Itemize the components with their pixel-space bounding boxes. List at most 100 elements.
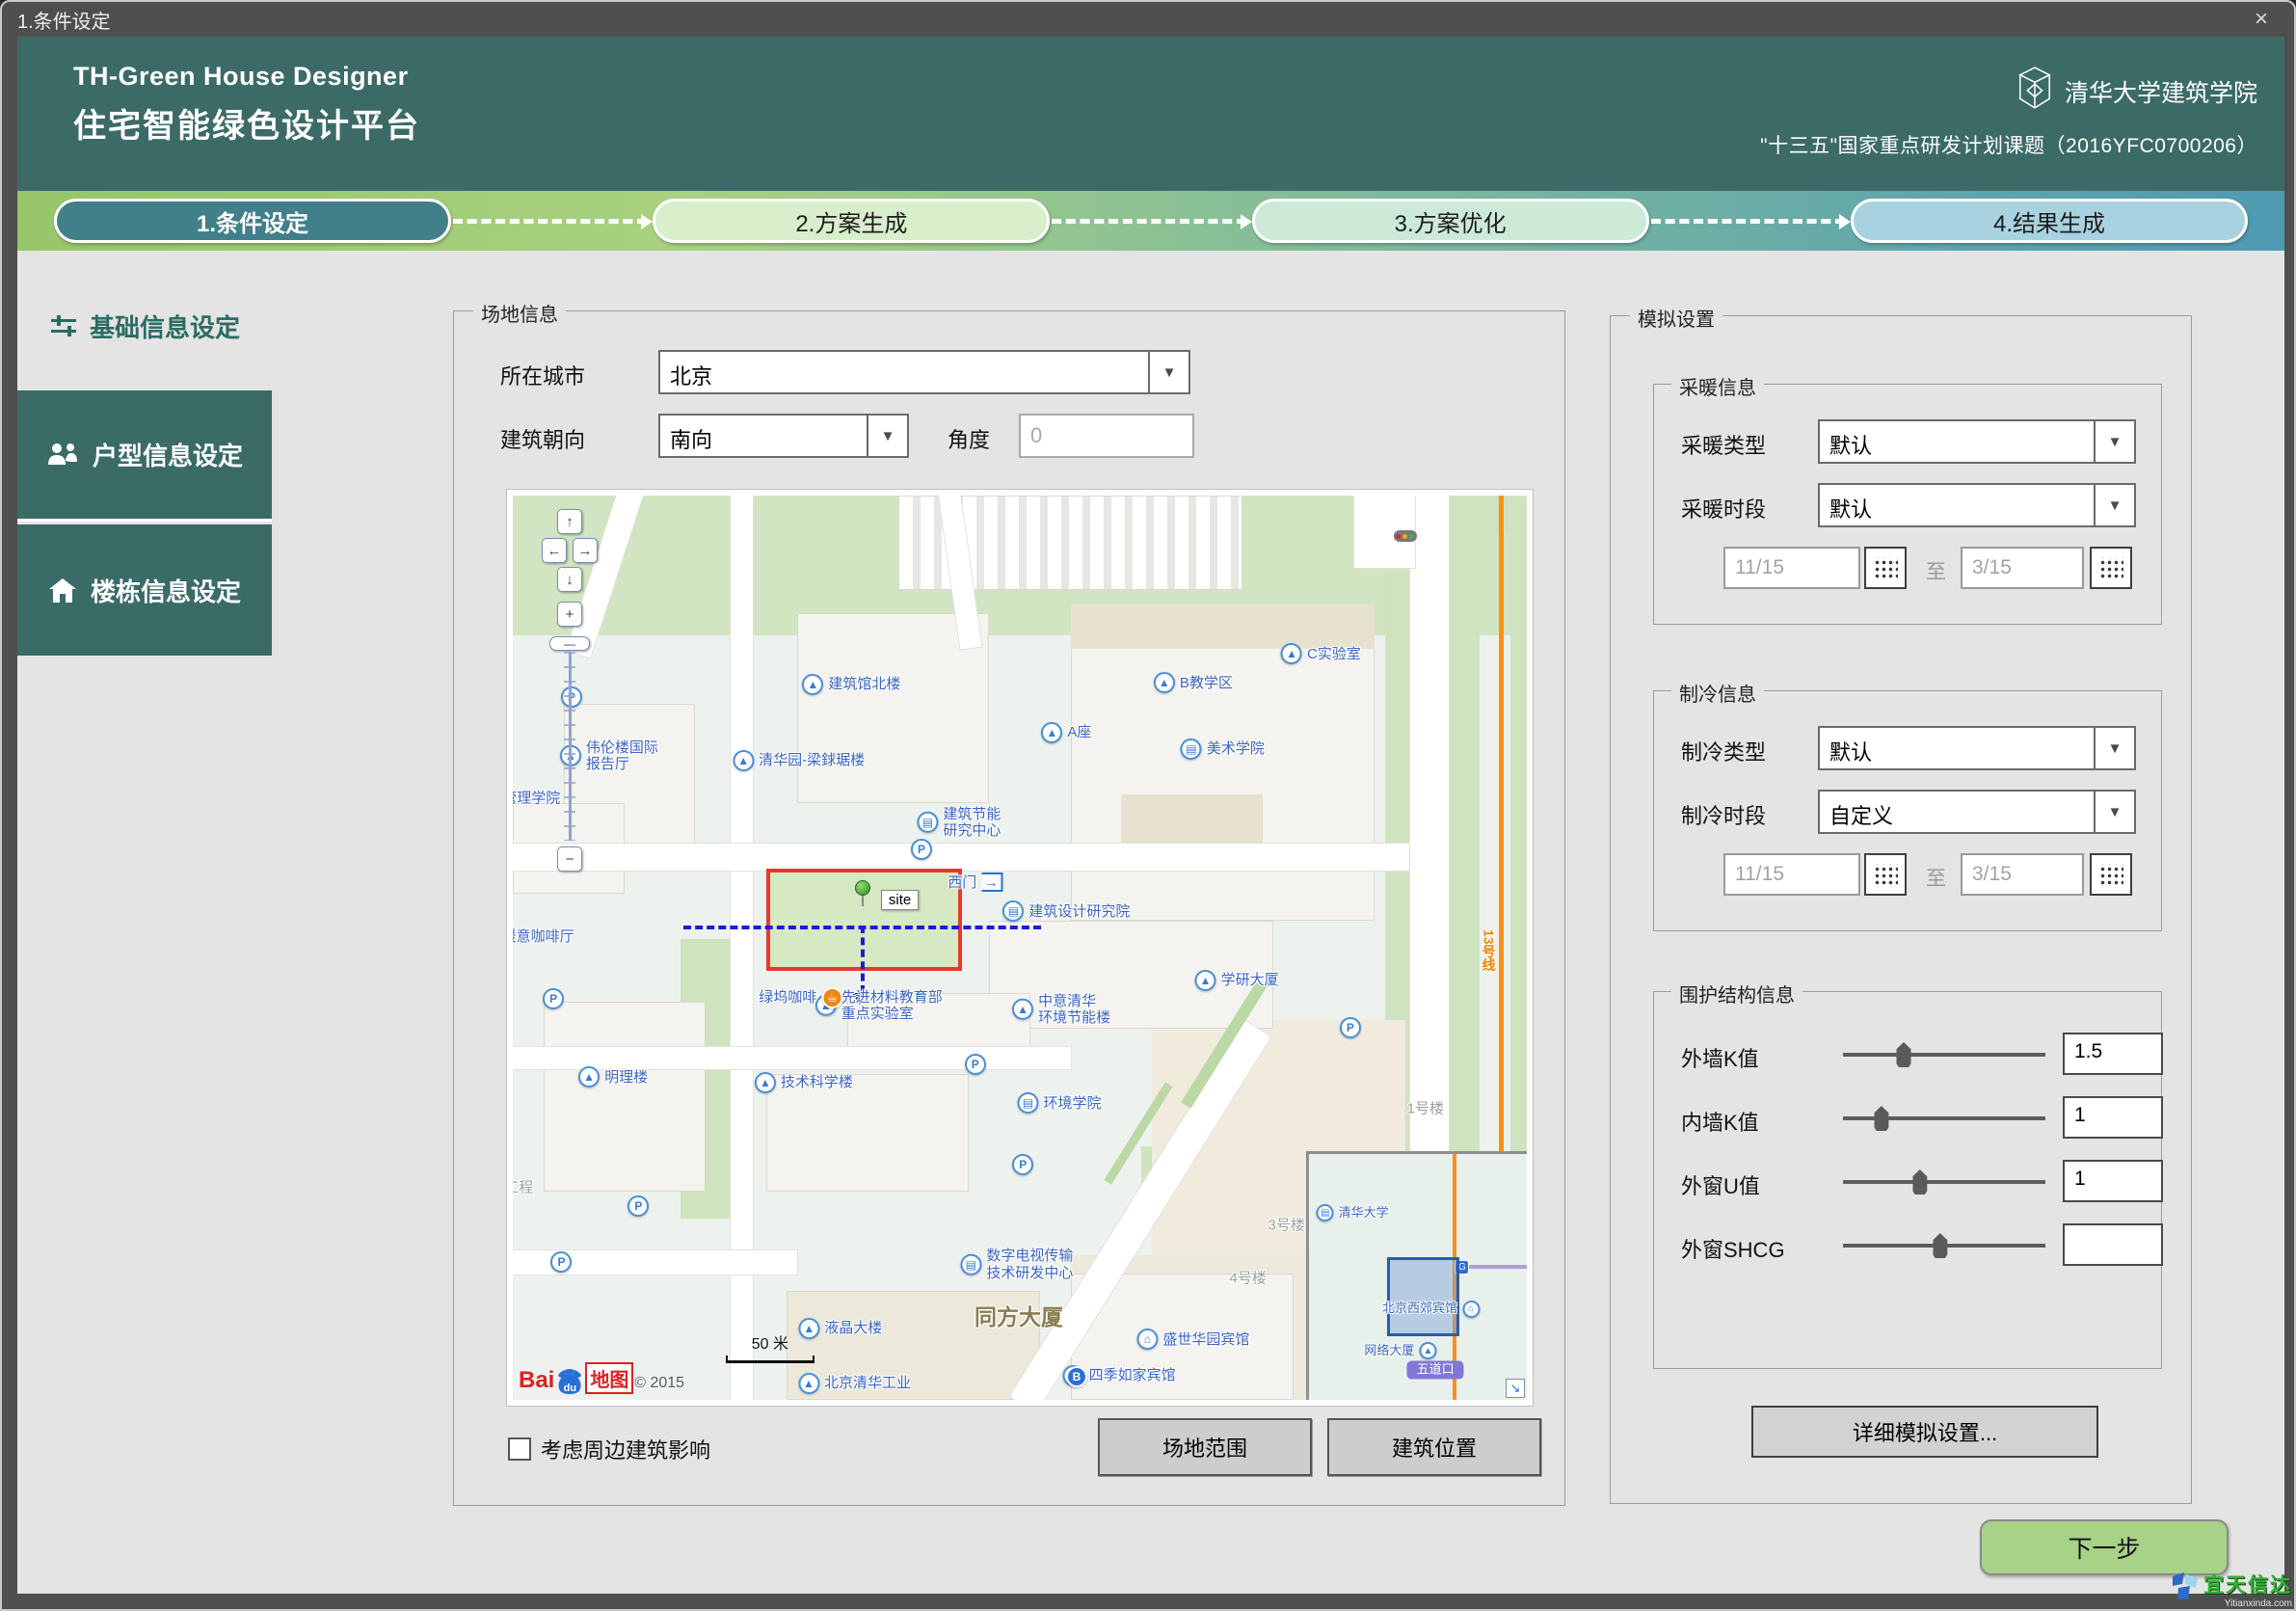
next-step-button[interactable]: 下一步 <box>1980 1519 2229 1575</box>
inset-viewport-rect[interactable] <box>1387 1257 1459 1336</box>
building-icon: ▲ <box>755 1072 776 1093</box>
map-poi-label: 环境学院 <box>1044 1095 1102 1112</box>
ext-wall-k-slider[interactable] <box>1843 1053 2045 1057</box>
chevron-down-icon[interactable]: ▼ <box>2094 792 2134 832</box>
chevron-down-icon[interactable]: ▼ <box>2094 421 2134 462</box>
sidebar-item-building-info[interactable]: 楼栋信息设定 <box>17 524 272 656</box>
map-poi-building: ▲A座 <box>1041 722 1091 743</box>
window-u-slider[interactable] <box>1843 1180 2045 1184</box>
map-poi-parking: P <box>627 1195 649 1217</box>
map-poi-building: ▲学研大厦 <box>1195 970 1279 991</box>
heating-end-date-input[interactable]: 3/15 <box>1961 547 2084 589</box>
heating-legend: 采暖信息 <box>1671 372 1764 400</box>
zoom-in-button[interactable]: + <box>557 602 582 627</box>
city-select[interactable]: 北京 ▼ <box>658 350 1190 394</box>
heating-period-select[interactable]: 默认 ▼ <box>1818 483 2136 527</box>
map-poi-label: 学研大厦 <box>1221 972 1279 988</box>
baidu-map-text: 地图 <box>585 1362 633 1394</box>
step-3-optimize[interactable]: 3.方案优化 <box>1252 199 1649 243</box>
building-position-button[interactable]: 建筑位置 <box>1327 1418 1541 1476</box>
map-building-block <box>544 1002 706 1192</box>
map-poi-label: 1号楼 <box>1407 1100 1444 1116</box>
step-bar: 1.条件设定 2.方案生成 3.方案优化 4.结果生成 <box>17 191 2284 251</box>
window-shcg-slider[interactable] <box>1843 1244 2045 1248</box>
cooling-period-select[interactable]: 自定义 ▼ <box>1818 790 2136 834</box>
slider-thumb[interactable] <box>1933 1233 1947 1258</box>
calendar-icon <box>1873 864 1898 885</box>
chevron-down-icon[interactable]: ▼ <box>867 416 907 456</box>
map-poi-building: ▲B教学区 <box>1154 672 1233 693</box>
slider-thumb[interactable] <box>1874 1106 1888 1131</box>
map-overview-inset[interactable]: G ↘ ▤清华大学⌂北京西郊宾馆▲网络大厦五道口 <box>1306 1151 1527 1400</box>
int-wall-k-value[interactable]: 1 <box>2063 1096 2163 1139</box>
close-icon[interactable]: × <box>2244 6 2279 33</box>
sidebar-item-label: 户型信息设定 <box>93 437 243 472</box>
pan-down-button[interactable]: ↓ <box>557 567 582 592</box>
step-1-condition[interactable]: 1.条件设定 <box>54 199 451 243</box>
parking-icon: P <box>1340 1017 1361 1038</box>
map-poi-building: ▲建筑馆北楼 <box>802 674 900 695</box>
window-shcg-value[interactable] <box>2063 1223 2163 1266</box>
chevron-down-icon[interactable]: ▼ <box>1148 352 1188 392</box>
step-2-generate[interactable]: 2.方案生成 <box>653 199 1050 243</box>
cooling-start-calendar-button[interactable] <box>1864 853 1907 896</box>
map-metro-label: 13号线 <box>1480 929 1499 972</box>
parking-icon: P <box>627 1195 649 1217</box>
pan-up-button[interactable]: ↑ <box>557 509 582 534</box>
cooling-end-calendar-button[interactable] <box>2090 853 2132 896</box>
map-poi-school: ▤建筑节能研究中心 <box>917 805 1001 839</box>
ext-wall-k-value[interactable]: 1.5 <box>2063 1033 2163 1075</box>
map-road-horizontal <box>513 844 1410 871</box>
map-poi-label: 3号楼 <box>1268 1217 1305 1233</box>
window-u-value[interactable]: 1 <box>2063 1160 2163 1202</box>
map-poi-parking: P <box>1340 1017 1361 1038</box>
zoom-out-button[interactable]: − <box>557 846 582 872</box>
hotel-icon: ⌂ <box>1136 1329 1158 1350</box>
slider-thumb[interactable] <box>1912 1169 1927 1195</box>
map-poi-parking: P <box>543 988 564 1009</box>
sidebar-item-basic-info[interactable]: 基础信息设定 <box>17 285 272 366</box>
zoom-slider-handle[interactable]: — <box>549 636 590 651</box>
orientation-select[interactable]: 南向 ▼ <box>658 414 909 458</box>
site-pin-icon[interactable] <box>855 880 870 906</box>
building-icon: ▲ <box>1041 722 1062 743</box>
map-poi-label: 西门 <box>948 874 976 891</box>
cooling-type-select[interactable]: 默认 ▼ <box>1818 726 2136 770</box>
site-info-group: 场地信息 所在城市 北京 ▼ 建筑朝向 南向 ▼ 角度 0 <box>453 310 1565 1506</box>
site-tag: site <box>881 890 919 910</box>
heating-end-calendar-button[interactable] <box>2090 547 2132 589</box>
cooling-start-date-input[interactable]: 11/15 <box>1723 853 1860 896</box>
map-poi-label: 先进材料教育部重点实验室 <box>841 989 943 1023</box>
heating-start-calendar-button[interactable] <box>1864 547 1907 589</box>
watermark-logo-icon <box>2171 1571 2200 1608</box>
detail-simulation-button[interactable]: 详细模拟设置... <box>1751 1406 2098 1458</box>
inset-collapse-button[interactable]: ↘ <box>1506 1379 1525 1398</box>
pan-left-button[interactable]: ← <box>542 538 567 563</box>
site-range-button[interactable]: 场地范围 <box>1098 1418 1312 1476</box>
cooling-end-date-input[interactable]: 3/15 <box>1961 853 2084 896</box>
chevron-down-icon[interactable]: ▼ <box>2094 728 2134 768</box>
int-wall-k-slider[interactable] <box>1843 1116 2045 1120</box>
envelope-row: 外窗SHCG <box>1654 1223 2161 1268</box>
consider-surroundings-row: 考虑周边建筑影响 <box>508 1434 710 1464</box>
map-poi-school: ▤清华大学 <box>1317 1204 1389 1222</box>
map-poi-gray: 工程 <box>513 1179 533 1195</box>
map-canvas[interactable]: 13号线 site ↑ ← <box>513 496 1527 1400</box>
map-poi-label: 建筑馆北楼 <box>828 676 900 692</box>
building-icon: ▲ <box>1281 643 1302 664</box>
slider-thumb[interactable] <box>1897 1042 1911 1067</box>
traffic-icon <box>1394 530 1417 542</box>
map-poi-hotel: ⌂盛世华园宾馆 <box>1136 1329 1249 1350</box>
heating-type-select[interactable]: 默认 ▼ <box>1818 419 2136 464</box>
heating-start-date-input[interactable]: 11/15 <box>1723 547 1860 589</box>
envelope-row: 内墙K值 1 <box>1654 1096 2161 1141</box>
chevron-down-icon[interactable]: ▼ <box>2094 485 2134 525</box>
pan-right-button[interactable]: → <box>573 538 598 563</box>
map-poi-label: 清华园-梁銶琚楼 <box>759 752 865 768</box>
step-4-result[interactable]: 4.结果生成 <box>1851 199 2248 243</box>
map-poi-label: 北京西郊宾馆 <box>1382 1302 1457 1316</box>
angle-input[interactable]: 0 <box>1019 414 1194 458</box>
zoom-slider-track[interactable] <box>562 652 577 841</box>
sidebar-item-unit-info[interactable]: 户型信息设定 <box>17 390 272 522</box>
consider-surroundings-checkbox[interactable] <box>508 1437 531 1461</box>
